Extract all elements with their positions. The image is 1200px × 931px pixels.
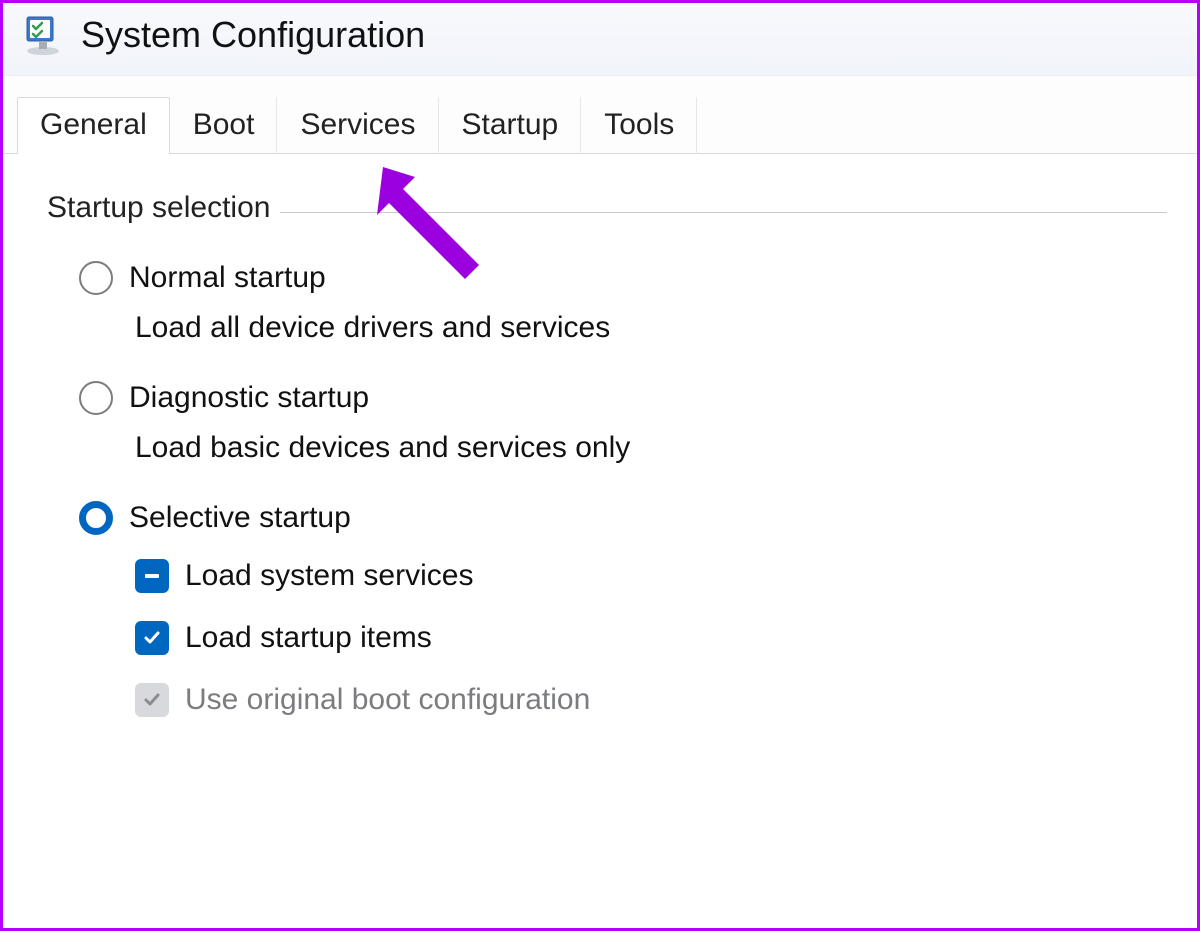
option-diagnostic-startup: Diagnostic startup Load basic devices an… [79, 381, 1167, 465]
radio-desc-diagnostic: Load basic devices and services only [135, 431, 1167, 465]
tab-content-general: Startup selection Normal startup Load al… [3, 154, 1197, 717]
tab-general[interactable]: General [17, 97, 170, 154]
startup-selection-group: Startup selection Normal startup Load al… [47, 212, 1167, 717]
option-selective-startup: Selective startup Load system services L… [79, 501, 1167, 717]
check-row-load-startup-items: Load startup items [135, 621, 1167, 655]
radio-selective-startup[interactable] [79, 501, 113, 535]
radio-normal-startup[interactable] [79, 261, 113, 295]
option-normal-startup: Normal startup Load all device drivers a… [79, 261, 1167, 345]
checkbox-label-load-system-services: Load system services [185, 559, 473, 593]
group-legend: Startup selection [47, 191, 280, 225]
radio-desc-normal: Load all device drivers and services [135, 311, 1167, 345]
tab-services[interactable]: Services [277, 97, 438, 154]
checkbox-label-use-original-boot: Use original boot configuration [185, 683, 590, 717]
checkbox-load-system-services[interactable] [135, 559, 169, 593]
tabs-row: General Boot Services Startup Tools [3, 76, 1197, 154]
radio-label-normal: Normal startup [129, 261, 326, 295]
checkbox-load-startup-items[interactable] [135, 621, 169, 655]
window-frame: System Configuration General Boot Servic… [0, 0, 1200, 931]
check-row-load-system-services: Load system services [135, 559, 1167, 593]
titlebar: System Configuration [3, 3, 1197, 76]
msconfig-icon [21, 13, 65, 57]
tab-boot[interactable]: Boot [170, 97, 278, 154]
radio-label-selective: Selective startup [129, 501, 351, 535]
tab-tools[interactable]: Tools [581, 97, 697, 154]
tab-startup[interactable]: Startup [439, 97, 582, 154]
check-row-use-original-boot: Use original boot configuration [135, 683, 1167, 717]
checkbox-use-original-boot [135, 683, 169, 717]
checkbox-label-load-startup-items: Load startup items [185, 621, 432, 655]
window-title: System Configuration [81, 14, 425, 56]
selective-checklist: Load system services Load startup items … [135, 559, 1167, 717]
radio-diagnostic-startup[interactable] [79, 381, 113, 415]
radio-label-diagnostic: Diagnostic startup [129, 381, 369, 415]
